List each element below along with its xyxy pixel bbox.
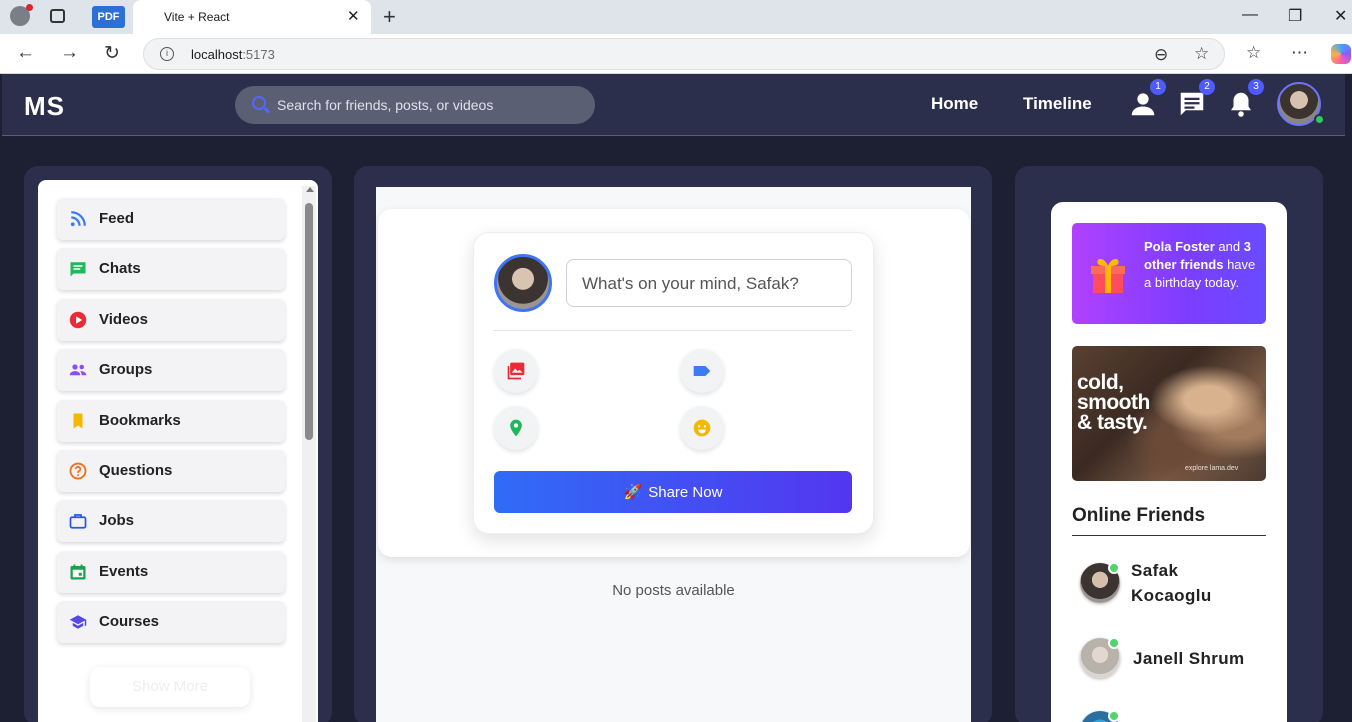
- refresh-icon[interactable]: ↻: [104, 42, 120, 65]
- notifications-badge: 3: [1248, 79, 1264, 95]
- play-icon: [69, 311, 87, 329]
- close-window-icon[interactable]: ✕: [1334, 6, 1347, 26]
- briefcase-icon: [69, 514, 87, 529]
- profile-icon[interactable]: [10, 4, 33, 26]
- empty-feed-message: No posts available: [612, 582, 735, 599]
- group-icon: [69, 364, 87, 376]
- back-icon[interactable]: ←: [16, 42, 35, 64]
- favorite-star-icon[interactable]: ☆: [1194, 44, 1209, 64]
- photo-button[interactable]: [494, 349, 538, 393]
- sidebar-item-videos[interactable]: Videos: [57, 299, 285, 341]
- friend-name[interactable]: Safak Kocaoglu: [1131, 558, 1212, 608]
- tab-close-icon[interactable]: ✕: [347, 7, 360, 25]
- scrollbar-thumb[interactable]: [305, 203, 313, 440]
- question-icon: [69, 462, 87, 480]
- online-friends-title: Online Friends: [1072, 505, 1206, 526]
- nav-home[interactable]: Home: [931, 94, 978, 114]
- minimize-icon[interactable]: —: [1242, 6, 1258, 24]
- nav-timeline[interactable]: Timeline: [1023, 94, 1092, 114]
- ad-caption: explore lama.dev: [1185, 465, 1239, 472]
- emoji-button[interactable]: [680, 406, 724, 450]
- bookmark-icon: [73, 413, 83, 429]
- tab-title: Vite + React: [164, 10, 230, 24]
- app-header: MS Home Timeline 1 2 3: [2, 74, 1345, 136]
- chat-icon: [70, 262, 86, 277]
- label-icon: [693, 366, 711, 376]
- favorites-icon[interactable]: ☆: [1246, 43, 1261, 63]
- active-tab[interactable]: Vite + React ✕: [133, 0, 371, 34]
- sidebar-item-label: Groups: [99, 361, 153, 378]
- search-icon: [252, 96, 266, 110]
- logo[interactable]: MS: [24, 91, 65, 122]
- zoom-icon[interactable]: ⊖: [1154, 45, 1168, 65]
- rss-icon: [70, 211, 86, 227]
- online-indicator: [1314, 114, 1325, 125]
- sidebar-item-courses[interactable]: Courses: [57, 601, 285, 643]
- browser-toolbar: ← → ↻ i localhost:5173 ⊖ ☆ ☆ ⋯: [0, 34, 1352, 74]
- messages-button[interactable]: 2: [1177, 79, 1215, 119]
- search-input[interactable]: [277, 86, 587, 124]
- sidebar-item-groups[interactable]: Groups: [57, 349, 285, 391]
- sidebar-item-questions[interactable]: Questions: [57, 450, 285, 492]
- sidebar-item-label: Courses: [99, 613, 160, 630]
- tab-actions-icon[interactable]: [50, 9, 65, 23]
- divider: [493, 330, 852, 331]
- sidebar-item-label: Bookmarks: [99, 412, 181, 429]
- share-now-label: Share Now: [648, 484, 723, 501]
- friend-name[interactable]: Janell Shrum: [1133, 646, 1245, 671]
- url-text: localhost:5173: [191, 47, 275, 62]
- online-indicator: [1108, 637, 1120, 649]
- sidebar-item-chats[interactable]: Chats: [57, 248, 285, 290]
- show-more-button[interactable]: Show More: [90, 667, 250, 707]
- emoji-icon: [693, 419, 711, 437]
- sidebar-item-label: Jobs: [99, 512, 135, 529]
- browser-tabbar: PDF Vite + React ✕ + — ❐ ✕: [0, 0, 1352, 34]
- post-input-placeholder: What's on your mind, Safak?: [582, 274, 799, 293]
- sidebar-item-bookmarks[interactable]: Bookmarks: [57, 400, 285, 442]
- friends-badge: 1: [1150, 79, 1166, 95]
- sidebar-item-jobs[interactable]: Jobs: [57, 500, 285, 542]
- sidebar-item-label: Videos: [99, 311, 148, 328]
- sidebar-item-label: Events: [99, 563, 149, 580]
- messages-badge: 2: [1199, 79, 1215, 95]
- location-pin-icon: [510, 419, 522, 437]
- location-button[interactable]: [494, 406, 538, 450]
- restore-icon[interactable]: ❐: [1288, 6, 1302, 26]
- photo-library-icon: [507, 362, 525, 380]
- forward-icon[interactable]: →: [60, 42, 79, 64]
- share-now-button[interactable]: 🚀 Share Now: [494, 471, 852, 513]
- copilot-icon[interactable]: [1331, 44, 1351, 64]
- scroll-up-arrow-icon[interactable]: [306, 187, 314, 192]
- search-bar[interactable]: [235, 86, 595, 124]
- sidebar-item-events[interactable]: Events: [57, 551, 285, 593]
- online-indicator: [1108, 562, 1120, 574]
- ad-headline: cold, smooth & tasty.: [1077, 371, 1150, 434]
- divider: [1072, 535, 1266, 536]
- gift-icon: [1091, 259, 1125, 293]
- address-bar[interactable]: i localhost:5173 ⊖ ☆: [143, 38, 1225, 70]
- sidebar-item-label: Feed: [99, 210, 135, 227]
- post-input[interactable]: What's on your mind, Safak?: [566, 259, 852, 307]
- birthday-text: Pola Foster and 3 other friends have a b…: [1144, 239, 1256, 290]
- sidebar-item-label: Chats: [99, 260, 141, 277]
- site-info-icon[interactable]: i: [160, 47, 174, 61]
- avatar[interactable]: [494, 254, 552, 312]
- notifications-button[interactable]: 3: [1226, 79, 1264, 119]
- pdf-tab[interactable]: PDF: [92, 6, 125, 28]
- sidebar-item-label: Questions: [99, 462, 173, 479]
- new-tab-button[interactable]: +: [383, 4, 396, 30]
- online-indicator: [1108, 710, 1120, 722]
- tag-button[interactable]: [680, 349, 724, 393]
- rocket-icon: 🚀: [623, 484, 643, 501]
- graduation-cap-icon: [69, 615, 87, 629]
- calendar-icon: [70, 564, 86, 580]
- sidebar-item-feed[interactable]: Feed: [57, 198, 285, 240]
- friend-requests-button[interactable]: 1: [1128, 79, 1166, 119]
- more-menu-icon[interactable]: ⋯: [1291, 43, 1308, 63]
